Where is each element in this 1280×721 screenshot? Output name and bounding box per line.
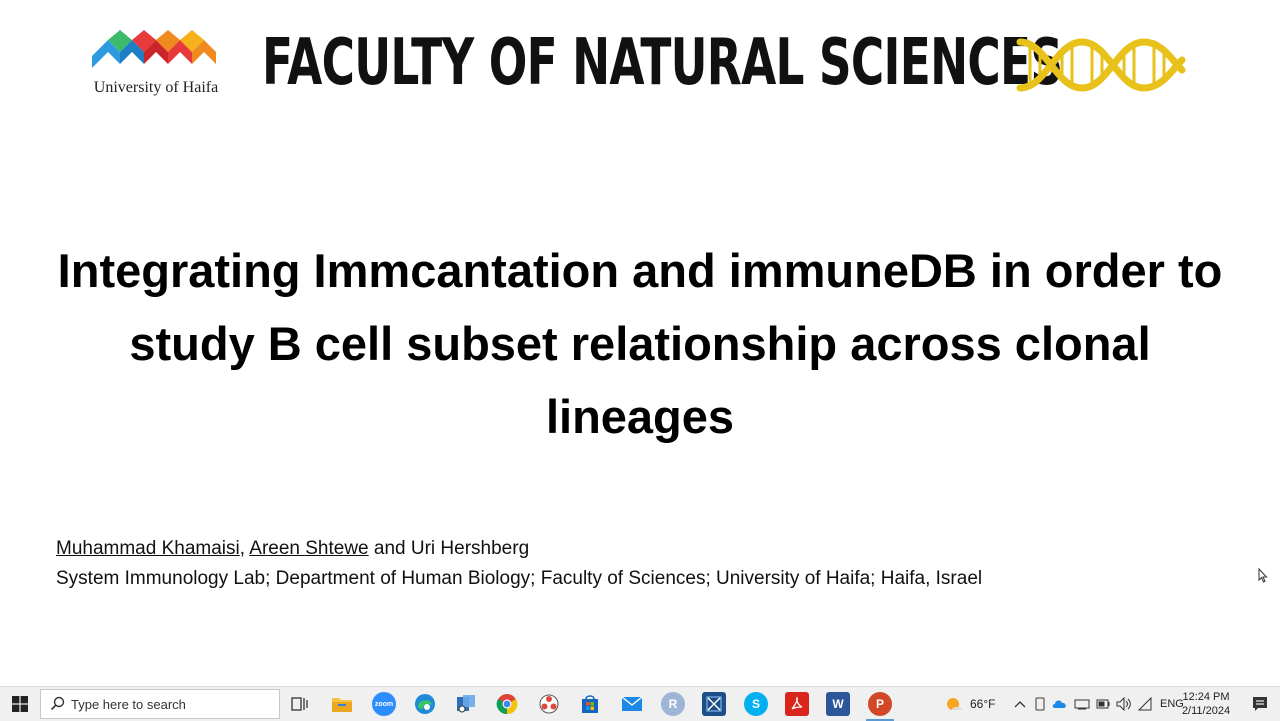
powerpoint-icon[interactable]: P (868, 692, 892, 716)
mouse-cursor-icon (1258, 568, 1268, 583)
haifa-logo-mark (92, 30, 216, 68)
onedrive-icon[interactable] (1052, 698, 1068, 710)
weather-widget[interactable]: 66°F (944, 687, 995, 721)
windows-logo-icon (12, 696, 28, 712)
vm-icon[interactable] (702, 692, 726, 716)
slide-title: Integrating Immcantation and immuneDB in… (57, 244, 1223, 443)
zoom-icon[interactable]: zoom (372, 692, 396, 716)
author-link-shtewe[interactable]: Areen Shtewe (249, 538, 368, 559)
snipping-tool-icon[interactable] (454, 692, 478, 716)
chrome-icon[interactable] (495, 692, 519, 716)
taskbar-search-box[interactable] (40, 689, 280, 719)
volume-icon[interactable] (1116, 697, 1132, 711)
word-icon[interactable]: W (826, 692, 850, 716)
affiliation: System Immunology Lab; Department of Hum… (56, 568, 983, 589)
edge-icon[interactable] (413, 692, 437, 716)
skype-icon[interactable]: S (744, 692, 768, 716)
wifi-icon[interactable] (1138, 697, 1152, 711)
dna-icon (1016, 38, 1186, 92)
weather-sun-icon (947, 698, 962, 710)
chevron-up-icon[interactable] (1014, 699, 1026, 709)
notification-center-icon[interactable] (1252, 696, 1268, 712)
university-of-haifa-logo: University of Haifa (90, 30, 220, 102)
file-explorer-icon[interactable] (330, 692, 354, 716)
windows-taskbar: zoom R S W P 66°F ENG 12:24 PM (0, 686, 1280, 721)
task-view-icon[interactable] (288, 692, 312, 716)
search-icon (50, 696, 65, 711)
start-button[interactable] (0, 687, 40, 721)
clock-date: 2/11/2024 (1181, 705, 1231, 717)
search-input[interactable] (71, 695, 271, 713)
presentation-slide: University of Haifa FACULTY OF NATURAL S… (0, 0, 1280, 686)
acrobat-icon[interactable] (785, 692, 809, 716)
battery-icon[interactable] (1096, 697, 1110, 711)
faculty-title: FACULTY OF NATURAL SCIENCES (262, 26, 1063, 100)
r-icon[interactable]: R (661, 692, 685, 716)
system-tray: ENG (1014, 687, 1184, 721)
author-rest: and Uri Hershberg (368, 538, 530, 559)
author-link-khamaisi[interactable]: Muhammad Khamaisi (56, 538, 240, 559)
network-icon[interactable] (1074, 698, 1090, 710)
mail-icon[interactable] (620, 692, 644, 716)
weather-temperature: 66°F (970, 697, 996, 711)
device-icon[interactable] (1034, 697, 1046, 711)
university-name: University of Haifa (93, 79, 219, 96)
store-icon[interactable] (578, 692, 602, 716)
author-separator: , (239, 538, 250, 559)
clock-time: 12:24 PM (1182, 691, 1230, 703)
authors-line: Muhammad Khamaisi, Areen Shtewe and Uri … (56, 537, 529, 561)
davinci-icon[interactable] (537, 692, 561, 716)
taskbar-clock[interactable]: 12:24 PM 2/11/2024 (1178, 690, 1234, 718)
